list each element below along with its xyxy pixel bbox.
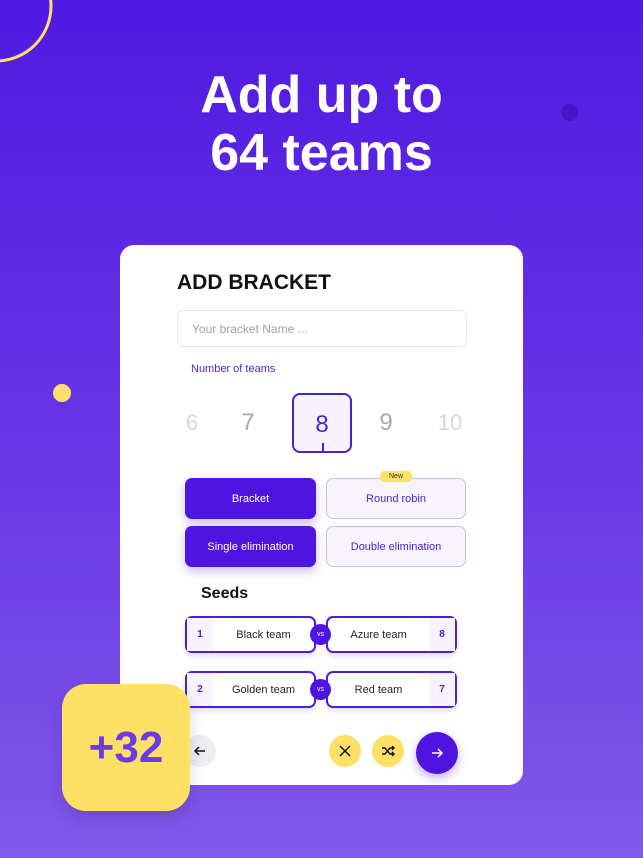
single-elimination-button[interactable]: Single elimination	[185, 526, 316, 567]
close-icon	[339, 745, 351, 757]
match-row: 2 Golden team vs Red team 7	[185, 671, 457, 708]
headline-line2: 64 teams	[210, 124, 433, 182]
vs-badge: vs	[310, 679, 331, 700]
team-count-option[interactable]: 6	[162, 393, 222, 453]
clear-button[interactable]	[329, 735, 361, 767]
bracket-name-input[interactable]	[177, 310, 467, 347]
round-robin-button[interactable]: New Round robin	[326, 471, 466, 519]
match-row: 1 Black team vs Azure team 8	[185, 616, 457, 653]
seed-number: 8	[429, 618, 455, 651]
arrow-right-icon	[432, 748, 444, 758]
double-elimination-button[interactable]: Double elimination	[326, 526, 466, 567]
team-count-option[interactable]: 7	[218, 393, 278, 453]
shuffle-button[interactable]	[372, 735, 404, 767]
card-title: ADD BRACKET	[177, 271, 331, 294]
team-count-option[interactable]: 9	[356, 393, 416, 453]
shuffle-icon	[382, 745, 395, 757]
seed-number: 2	[187, 673, 213, 706]
seeds-title: Seeds	[201, 585, 249, 602]
round-robin-label: Round robin	[366, 492, 426, 505]
team-count-picker[interactable]: 6 7 8 9 10	[170, 393, 480, 453]
number-of-teams-label: Number of teams	[191, 363, 276, 375]
seed-number: 1	[187, 618, 213, 651]
vs-badge: vs	[310, 624, 331, 645]
team-name: Black team	[236, 628, 291, 641]
bracket-label: Bracket	[231, 492, 270, 505]
arrow-left-icon	[193, 746, 205, 756]
team-slot[interactable]: 2 Golden team	[185, 671, 316, 708]
plus-32-badge: +32	[62, 684, 190, 811]
team-name: Golden team	[232, 683, 295, 696]
decorative-dot	[53, 384, 71, 402]
headline: Add up to 64 teams	[0, 66, 643, 182]
bracket-button[interactable]: Bracket	[185, 478, 316, 519]
team-slot[interactable]: Azure team 8	[326, 616, 457, 653]
team-count-option[interactable]: 10	[420, 393, 480, 453]
team-count-selected[interactable]: 8	[292, 393, 352, 453]
next-button[interactable]	[416, 732, 458, 774]
team-slot[interactable]: Red team 7	[326, 671, 457, 708]
team-name: Azure team	[350, 628, 407, 641]
team-slot[interactable]: 1 Black team	[185, 616, 316, 653]
double-elimination-label: Double elimination	[350, 540, 442, 553]
single-elimination-label: Single elimination	[207, 540, 294, 553]
team-name: Red team	[354, 683, 403, 696]
decorative-ring	[0, 0, 53, 63]
seed-number: 7	[429, 673, 455, 706]
new-badge: New	[379, 471, 413, 482]
headline-line1: Add up to	[200, 66, 443, 124]
